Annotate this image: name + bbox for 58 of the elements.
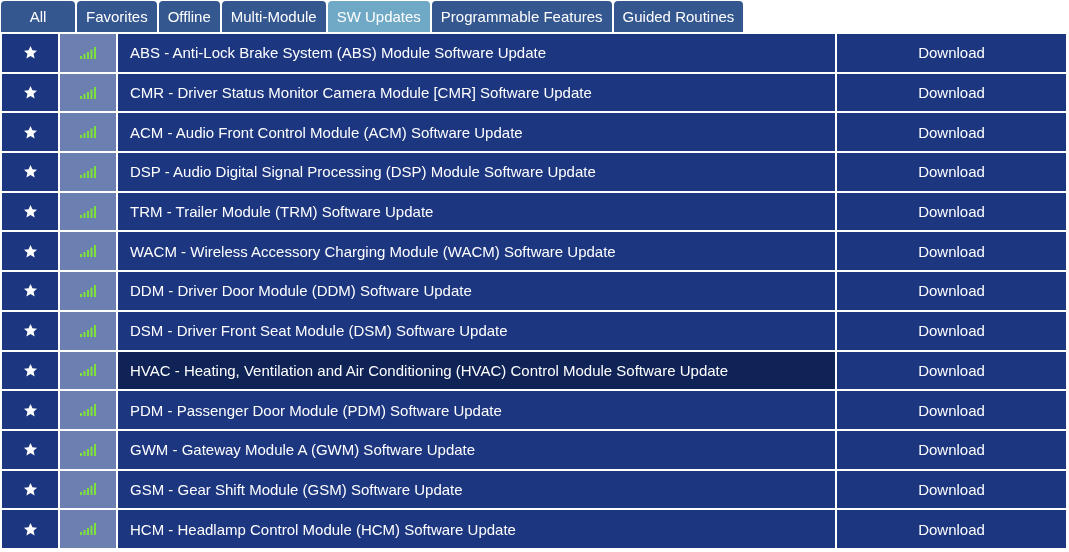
download-link[interactable]: Download [837, 153, 1066, 191]
module-name[interactable]: ABS - Anti-Lock Brake System (ABS) Module Software Update [118, 34, 835, 72]
signal-icon [80, 364, 96, 377]
module-name[interactable]: DSM - Driver Front Seat Module (DSM) Software Update [118, 311, 835, 350]
download-link[interactable]: Download [837, 430, 1066, 469]
download-link[interactable]: Download [837, 113, 1066, 152]
tab[interactable]: Guided Routines [613, 1, 744, 32]
module-name[interactable]: GSM - Gear Shift Module (GSM) Software Update [118, 470, 835, 509]
star-icon[interactable] [22, 362, 38, 378]
star-icon[interactable] [22, 323, 38, 339]
module-name[interactable]: TRM - Trailer Module (TRM) Software Update [118, 192, 835, 231]
signal-icon [80, 245, 96, 258]
star-icon[interactable] [22, 442, 38, 458]
download-link[interactable]: Download [837, 510, 1066, 548]
download-link[interactable]: Download [837, 232, 1066, 271]
signal-icon [80, 284, 96, 297]
module-name[interactable]: GWM - Gateway Module A (GWM) Software Update [118, 430, 835, 469]
tab[interactable]: Programmable Features [431, 1, 612, 32]
download-link[interactable]: Download [837, 192, 1066, 231]
module-name[interactable]: WACM - Wireless Accessory Charging Module (WACM) Software Update [118, 232, 835, 271]
signal-icon [80, 443, 96, 456]
star-icon[interactable] [22, 85, 38, 101]
signal-icon [80, 126, 96, 139]
signal-icon [80, 404, 96, 417]
star-icon[interactable] [22, 164, 38, 180]
tab[interactable]: Offline [158, 1, 220, 32]
download-link[interactable]: Download [837, 391, 1066, 429]
module-name[interactable]: PDM - Passenger Door Module (PDM) Software Update [118, 391, 835, 429]
tab[interactable]: All [1, 1, 75, 32]
star-icon[interactable] [22, 402, 38, 418]
signal-icon [80, 523, 96, 536]
signal-icon [80, 483, 96, 496]
signal-icon [80, 324, 96, 337]
module-name[interactable]: CMR - Driver Status Monitor Camera Module [CMR] Software Update [118, 73, 835, 112]
download-link[interactable]: Download [837, 272, 1066, 310]
signal-icon [80, 46, 96, 59]
download-link[interactable]: Download [837, 351, 1066, 390]
download-link[interactable]: Download [837, 470, 1066, 509]
star-icon[interactable] [22, 124, 38, 140]
download-link[interactable]: Download [837, 73, 1066, 112]
star-icon[interactable] [22, 45, 38, 61]
module-name[interactable]: ACM - Audio Front Control Module (ACM) Software Update [118, 113, 835, 152]
signal-icon [80, 86, 96, 99]
signal-icon [80, 165, 96, 178]
module-name[interactable]: DSP - Audio Digital Signal Processing (DSP) Module Software Update [118, 153, 835, 191]
tab[interactable]: Favorites [77, 1, 157, 32]
module-name[interactable]: HCM - Headlamp Control Module (HCM) Software Update [118, 510, 835, 548]
star-icon[interactable] [22, 521, 38, 537]
download-link[interactable]: Download [837, 34, 1066, 72]
star-icon[interactable] [22, 481, 38, 497]
star-icon[interactable] [22, 243, 38, 259]
download-link[interactable]: Download [837, 311, 1066, 350]
tab[interactable]: Multi-Module [221, 1, 326, 32]
module-name[interactable]: HVAC - Heating, Ventilation and Air Conditioning (HVAC) Control Module Software Update [118, 351, 835, 390]
star-icon[interactable] [22, 204, 38, 220]
star-icon[interactable] [22, 283, 38, 299]
signal-icon [80, 205, 96, 218]
module-name[interactable]: DDM - Driver Door Module (DDM) Software Update [118, 272, 835, 310]
